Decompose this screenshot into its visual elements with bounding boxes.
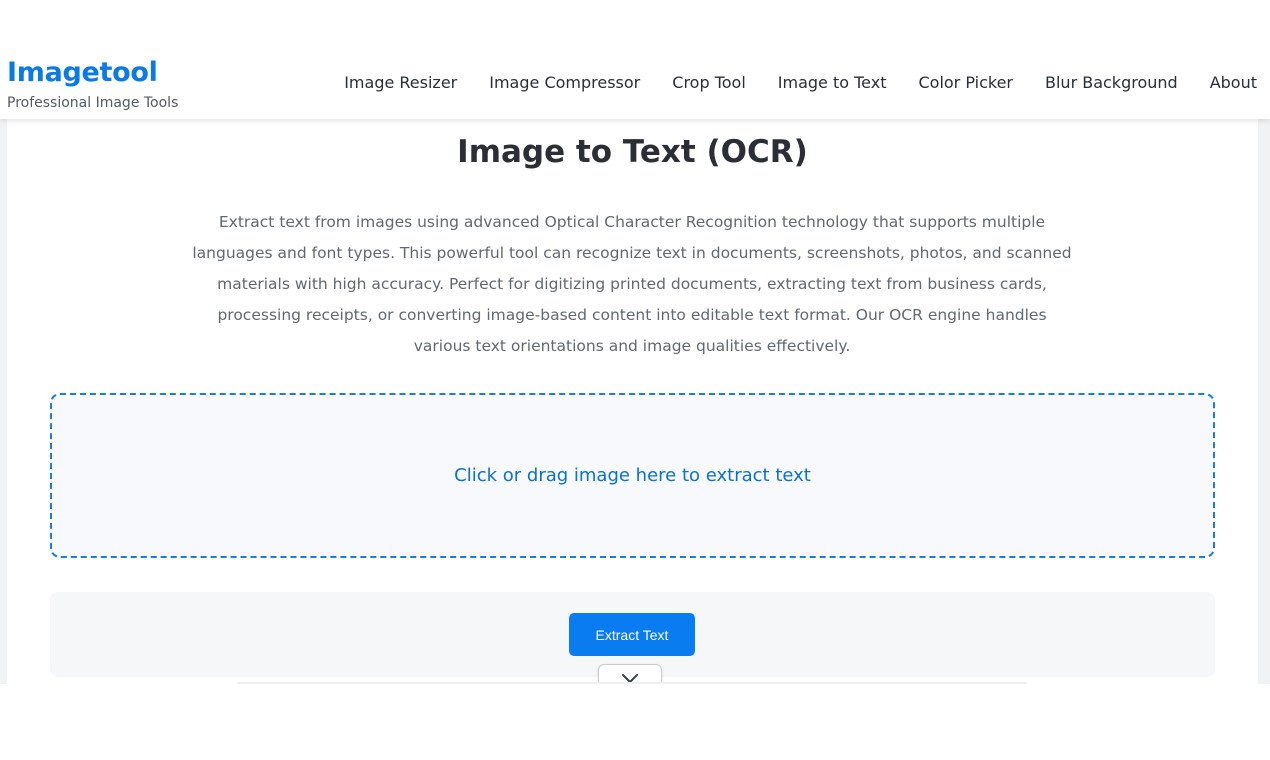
- nav-item-blur-background[interactable]: Blur Background: [1045, 73, 1178, 92]
- nav-item-crop-tool[interactable]: Crop Tool: [672, 73, 746, 92]
- browser-viewport: Imagetool Professional Image Tools Image…: [0, 0, 1270, 760]
- page-title: Image to Text (OCR): [457, 134, 808, 170]
- main-nav: Image Resizer Image Compressor Crop Tool…: [344, 73, 1257, 92]
- nav-item-image-to-text[interactable]: Image to Text: [778, 73, 887, 92]
- nav-item-about[interactable]: About: [1210, 73, 1257, 92]
- brand-subtitle: Professional Image Tools: [7, 95, 179, 111]
- nav-item-color-picker[interactable]: Color Picker: [918, 73, 1013, 92]
- brand-logo[interactable]: Imagetool: [7, 57, 158, 88]
- expand-toggle-button[interactable]: [598, 664, 662, 684]
- tool-description: Extract text from images using advanced …: [192, 213, 1072, 355]
- dropzone-label: Click or drag image here to extract text: [454, 465, 811, 486]
- extract-text-button[interactable]: Extract Text: [569, 613, 695, 656]
- divider: [237, 682, 1027, 684]
- page-content: Imagetool Professional Image Tools Image…: [0, 56, 1270, 684]
- nav-item-image-compressor[interactable]: Image Compressor: [489, 73, 640, 92]
- nav-item-image-resizer[interactable]: Image Resizer: [344, 73, 457, 92]
- tool-card: Image to Text (OCR) Extract text from im…: [7, 56, 1258, 684]
- image-dropzone[interactable]: Click or drag image here to extract text: [50, 393, 1215, 558]
- site-header: Imagetool Professional Image Tools Image…: [0, 56, 1270, 119]
